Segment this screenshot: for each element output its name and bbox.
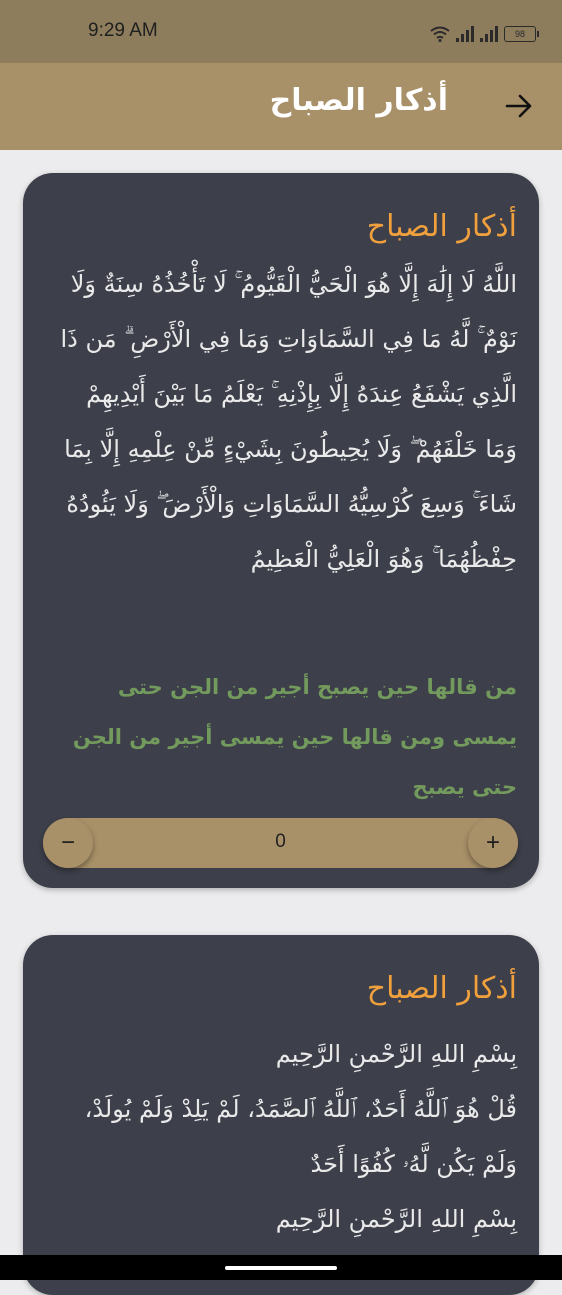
zikr-card-2: أذكار الصباح بِسْمِ اللهِ الرَّحْمنِ الر… bbox=[23, 935, 539, 1295]
app-bar: أذكار الصباح bbox=[0, 63, 562, 150]
status-icons: 98 bbox=[430, 22, 539, 42]
zikr-text: اللَّهُ لَا إِلَٰهَ إِلَّا هُوَ الْحَيُّ… bbox=[60, 270, 517, 573]
page-title: أذكار الصباح bbox=[269, 83, 448, 118]
zikr-text-2: بِسْمِ اللهِ الرَّحْمنِ الرَّحِيم قُلْ ه… bbox=[84, 1040, 517, 1233]
back-button[interactable] bbox=[502, 89, 536, 123]
counter-value: 0 bbox=[275, 831, 286, 852]
card-title: أذكار الصباح bbox=[366, 209, 517, 244]
battery-icon: 98 bbox=[504, 26, 539, 42]
home-indicator[interactable] bbox=[225, 1266, 337, 1270]
status-time: 9:29 AM bbox=[88, 20, 158, 41]
status-bar: 9:29 AM 98 bbox=[0, 0, 562, 63]
arrow-right-icon bbox=[505, 94, 532, 118]
increment-button[interactable]: + bbox=[468, 818, 518, 868]
signal-icon-2 bbox=[480, 26, 498, 42]
card-title-2: أذكار الصباح bbox=[366, 971, 517, 1006]
navigation-bar bbox=[0, 1255, 562, 1280]
counter-bar[interactable]: − 0 + bbox=[43, 818, 518, 868]
zikr-card: أذكار الصباح اللَّهُ لَا إِلَٰهَ إِلَّا … bbox=[23, 173, 539, 888]
wifi-icon bbox=[430, 26, 450, 42]
signal-icon bbox=[456, 26, 474, 42]
virtue-text: من قالها حين يصبح أجير من الجن حتى يمسى … bbox=[72, 675, 517, 799]
